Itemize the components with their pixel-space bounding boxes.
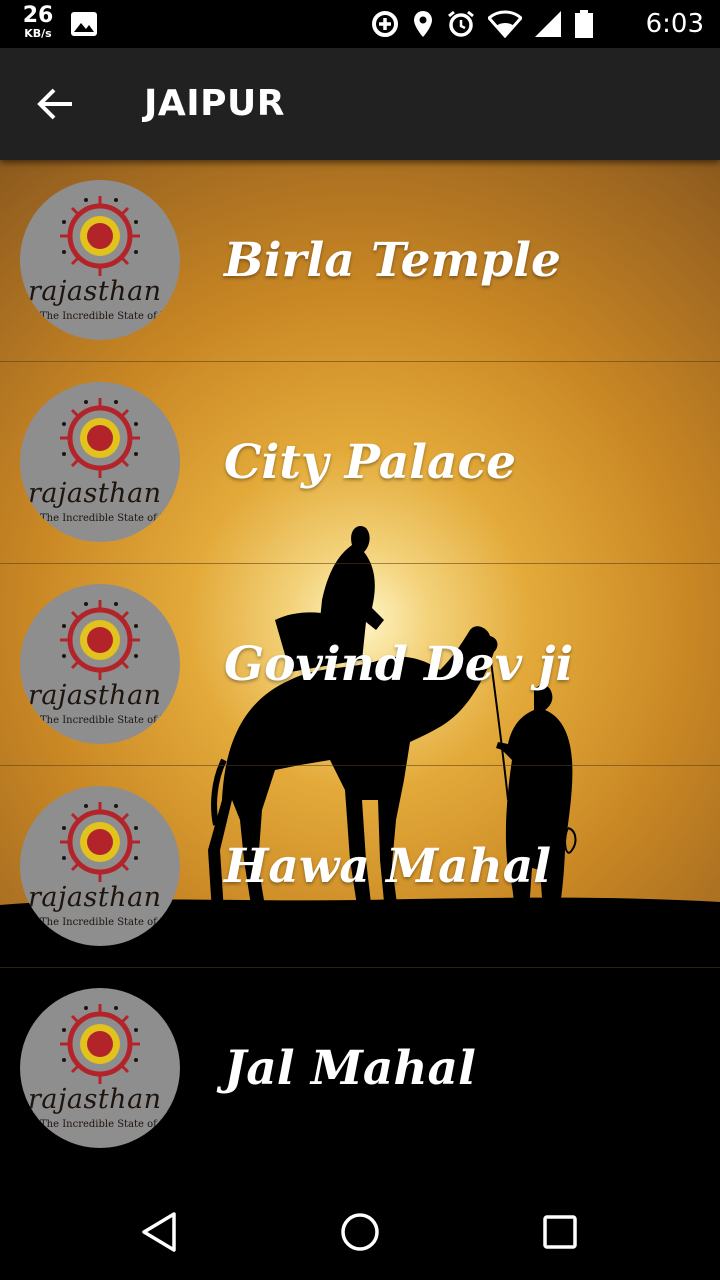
location-icon (412, 9, 434, 39)
list-item[interactable]: rajasthan The Incredible State of India … (0, 160, 720, 362)
status-bar: 26 KB/s 6:03 (0, 0, 720, 48)
status-time: 6:03 (645, 9, 704, 39)
rajasthan-logo-icon: rajasthan The Incredible State of India (20, 180, 180, 340)
logo-word: rajasthan (28, 680, 162, 711)
rajasthan-logo-icon: rajasthan The Incredible State of India (20, 988, 180, 1148)
data-saver-icon (370, 9, 400, 39)
signal-icon (534, 10, 562, 38)
place-name: Birla Temple (224, 233, 561, 288)
logo-tagline: The Incredible State of India (40, 1119, 180, 1130)
recents-square-icon[interactable] (536, 1208, 584, 1256)
place-list: rajasthan The Incredible State of India … (0, 160, 720, 1170)
place-name: City Palace (224, 435, 517, 490)
place-name: Jal Mahal (224, 1041, 476, 1096)
app-bar: JAIPUR (0, 48, 720, 160)
logo-word: rajasthan (28, 276, 162, 307)
list-item[interactable]: rajasthan The Incredible State of India … (0, 564, 720, 766)
home-circle-icon[interactable] (336, 1208, 384, 1256)
place-name: Hawa Mahal (224, 839, 552, 894)
image-icon (70, 11, 98, 37)
rajasthan-logo-icon: rajasthan The Incredible State of India (20, 584, 180, 744)
wifi-icon (488, 10, 522, 38)
list-item[interactable]: rajasthan The Incredible State of India … (0, 362, 720, 564)
network-speed-value: 26 (22, 3, 54, 28)
logo-word: rajasthan (28, 1084, 162, 1115)
logo-tagline: The Incredible State of India (40, 917, 180, 928)
rajasthan-logo-icon: rajasthan The Incredible State of India (20, 786, 180, 946)
logo-tagline: The Incredible State of India (40, 715, 180, 726)
logo-word: rajasthan (28, 882, 162, 913)
network-speed-unit: KB/s (24, 27, 52, 40)
status-icons (370, 8, 594, 40)
logo-tagline: The Incredible State of India (40, 513, 180, 524)
list-item[interactable]: rajasthan The Incredible State of India … (0, 766, 720, 968)
list-item[interactable]: rajasthan The Incredible State of India … (0, 968, 720, 1170)
network-speed-indicator: 26 KB/s (18, 3, 58, 40)
battery-icon (574, 9, 594, 39)
logo-tagline: The Incredible State of India (40, 311, 180, 322)
rajasthan-logo-icon: rajasthan The Incredible State of India (20, 382, 180, 542)
place-name: Govind Dev ji (224, 637, 574, 692)
arrow-back-icon[interactable] (36, 86, 76, 122)
logo-word: rajasthan (28, 478, 162, 509)
page-title: JAIPUR (144, 83, 285, 124)
alarm-icon (446, 9, 476, 39)
system-nav-bar (0, 1184, 720, 1280)
back-triangle-icon[interactable] (136, 1208, 184, 1256)
